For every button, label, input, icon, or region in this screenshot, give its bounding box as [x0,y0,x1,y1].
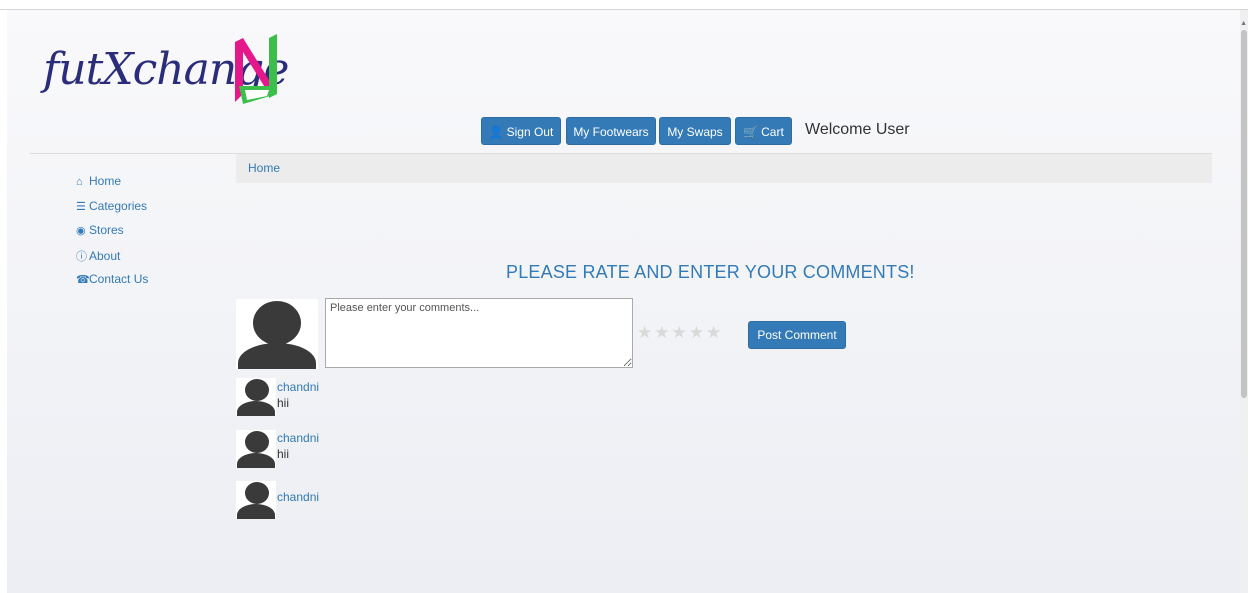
breadcrumb-home-link[interactable]: Home [248,161,280,175]
page-title: PLEASE RATE AND ENTER YOUR COMMENTS! [506,262,915,282]
my-swaps-button[interactable]: My Swaps [659,117,731,145]
sign-out-button[interactable]: 👤 Sign Out [481,117,561,145]
comment-user[interactable]: chandni [277,380,319,394]
star-icon[interactable]: ★ [637,323,654,342]
logo-mark-icon [235,34,277,104]
cart-button[interactable]: 🛒 Cart [735,117,792,145]
browser-top-edge [0,0,1248,10]
breadcrumb: Home [236,154,1212,183]
phone-icon: ☎ [76,274,90,286]
logo[interactable]: futXchange [37,32,297,122]
sidebar-item-about[interactable]: ⓘ About [76,248,120,264]
user-icon: 👤 [488,125,504,139]
comment-user[interactable]: chandni [277,431,319,445]
star-rating[interactable]: ★★★★★ [637,323,723,343]
comment-avatar [236,378,276,416]
sidebar-item-stores[interactable]: ◉ Stores [76,223,124,237]
home-icon: ⌂ [76,176,83,188]
sidebar-item-categories[interactable]: ☰ Categories [76,199,147,213]
scroll-up-icon[interactable]: ▲ [1240,20,1247,28]
comment-text: hii [277,396,290,410]
star-icon[interactable]: ★ [706,323,723,342]
comment-avatar [236,430,276,468]
comment-user[interactable]: chandni [277,490,319,504]
welcome-text: Welcome User [805,121,910,138]
current-user-avatar [236,299,318,369]
cart-icon: 🛒 [743,125,759,139]
star-icon[interactable]: ★ [672,323,689,342]
page: futXchange 👤 Sign Out My Footwears My Swa… [7,10,1240,593]
comment-text: hii [277,447,290,461]
my-footwears-button[interactable]: My Footwears [566,117,656,145]
list-icon: ☰ [76,201,86,213]
star-icon[interactable]: ★ [689,323,706,342]
sidebar-item-contact-us[interactable]: ☎Contact Us [76,272,148,286]
info-icon: ⓘ [76,251,87,263]
scrollbar[interactable]: ▲ [1240,10,1248,593]
sidebar-item-home[interactable]: ⌂ Home [76,174,121,188]
comment-input[interactable] [325,298,633,368]
scrollbar-thumb[interactable] [1241,30,1247,398]
globe-icon: ◉ [76,225,86,237]
post-comment-button[interactable]: Post Comment [748,321,846,349]
star-icon[interactable]: ★ [654,323,671,342]
comment-avatar [236,481,276,519]
